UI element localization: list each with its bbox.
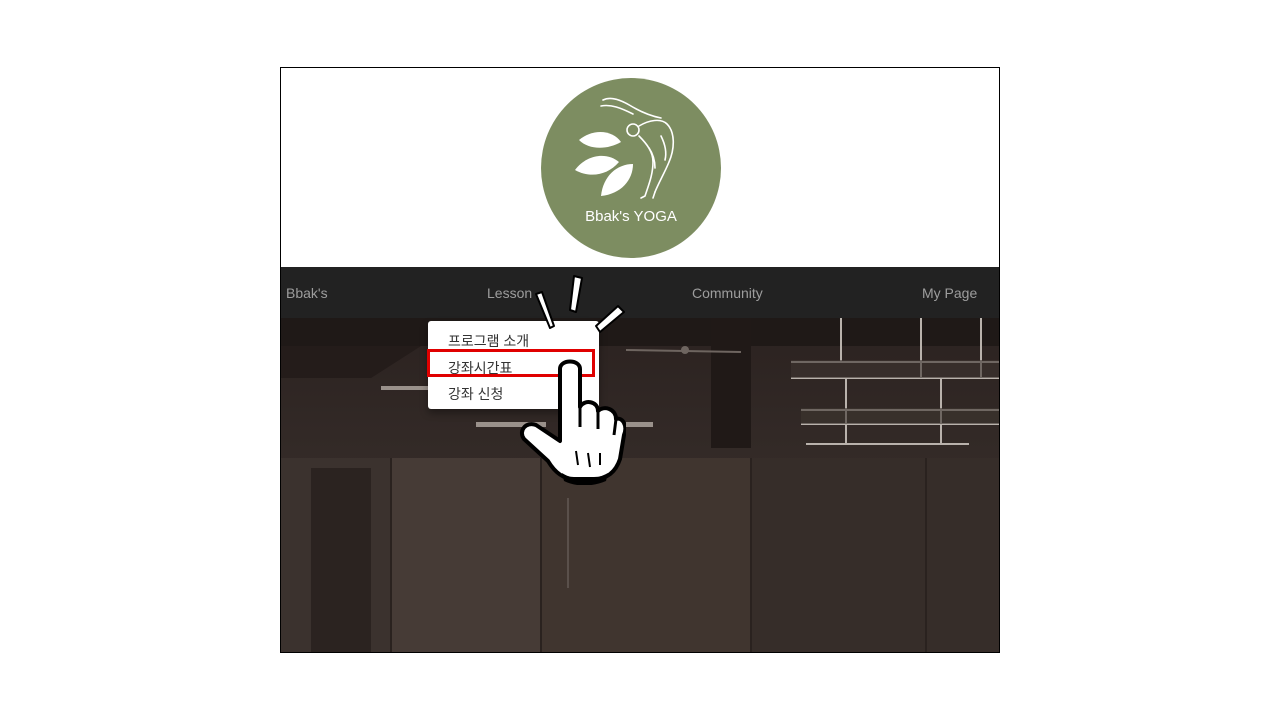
dropdown-item-class-registration[interactable]: 강좌 신청 xyxy=(448,384,503,404)
main-navbar: Bbak's Lesson Community My Page xyxy=(281,267,999,318)
studio-interior-image xyxy=(281,318,999,652)
logo-text: Bbak's YOGA xyxy=(585,208,677,225)
site-logo[interactable]: Bbak's YOGA xyxy=(541,78,721,258)
leaf-icon xyxy=(579,131,621,148)
emphasis-burst-icon xyxy=(535,275,625,333)
nav-item-community[interactable]: Community xyxy=(692,285,763,301)
hero-background-image xyxy=(281,318,999,652)
nav-item-bbaks[interactable]: Bbak's xyxy=(286,285,328,301)
pointing-hand-icon xyxy=(519,359,626,485)
yoga-figure-icon xyxy=(575,97,675,199)
leaf-icon xyxy=(575,155,619,175)
nav-item-lesson[interactable]: Lesson xyxy=(487,285,532,301)
dropdown-item-program-intro[interactable]: 프로그램 소개 xyxy=(448,331,529,351)
browser-frame: Bbak's YOGA Bbak's Lesson Community My P… xyxy=(280,67,1000,653)
site-header: Bbak's YOGA xyxy=(281,68,999,267)
nav-item-my-page[interactable]: My Page xyxy=(922,285,977,301)
